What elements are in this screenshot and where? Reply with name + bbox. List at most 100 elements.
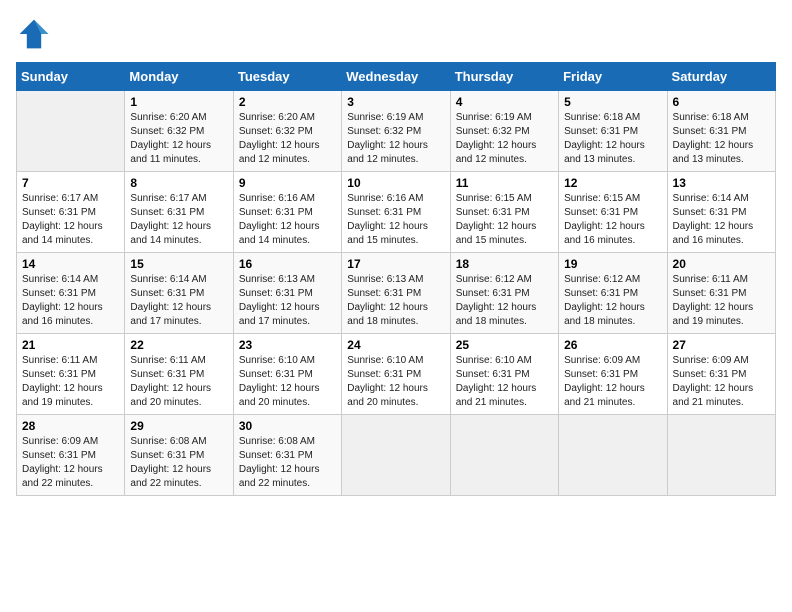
calendar-cell	[450, 415, 558, 496]
header-day-wednesday: Wednesday	[342, 63, 450, 91]
day-number: 14	[22, 257, 119, 271]
day-info: Sunrise: 6:16 AM Sunset: 6:31 PM Dayligh…	[347, 193, 428, 246]
calendar-cell: 1 Sunrise: 6:20 AM Sunset: 6:32 PM Dayli…	[125, 91, 233, 172]
day-number: 27	[673, 338, 770, 352]
day-info: Sunrise: 6:13 AM Sunset: 6:31 PM Dayligh…	[239, 274, 320, 327]
day-info: Sunrise: 6:14 AM Sunset: 6:31 PM Dayligh…	[673, 193, 754, 246]
day-info: Sunrise: 6:19 AM Sunset: 6:32 PM Dayligh…	[456, 112, 537, 165]
calendar-cell: 14 Sunrise: 6:14 AM Sunset: 6:31 PM Dayl…	[17, 253, 125, 334]
day-number: 20	[673, 257, 770, 271]
calendar-cell: 15 Sunrise: 6:14 AM Sunset: 6:31 PM Dayl…	[125, 253, 233, 334]
calendar-week-2: 14 Sunrise: 6:14 AM Sunset: 6:31 PM Dayl…	[17, 253, 776, 334]
logo-icon	[16, 16, 52, 52]
calendar-header: SundayMondayTuesdayWednesdayThursdayFrid…	[17, 63, 776, 91]
calendar-cell: 7 Sunrise: 6:17 AM Sunset: 6:31 PM Dayli…	[17, 172, 125, 253]
calendar-cell: 11 Sunrise: 6:15 AM Sunset: 6:31 PM Dayl…	[450, 172, 558, 253]
header-day-tuesday: Tuesday	[233, 63, 341, 91]
calendar-cell: 16 Sunrise: 6:13 AM Sunset: 6:31 PM Dayl…	[233, 253, 341, 334]
day-number: 1	[130, 95, 227, 109]
day-info: Sunrise: 6:20 AM Sunset: 6:32 PM Dayligh…	[130, 112, 211, 165]
day-number: 7	[22, 176, 119, 190]
day-number: 19	[564, 257, 661, 271]
calendar-cell: 19 Sunrise: 6:12 AM Sunset: 6:31 PM Dayl…	[559, 253, 667, 334]
calendar-cell	[342, 415, 450, 496]
calendar-body: 1 Sunrise: 6:20 AM Sunset: 6:32 PM Dayli…	[17, 91, 776, 496]
day-info: Sunrise: 6:11 AM Sunset: 6:31 PM Dayligh…	[22, 355, 103, 408]
day-number: 15	[130, 257, 227, 271]
day-info: Sunrise: 6:11 AM Sunset: 6:31 PM Dayligh…	[673, 274, 754, 327]
calendar-cell: 26 Sunrise: 6:09 AM Sunset: 6:31 PM Dayl…	[559, 334, 667, 415]
day-number: 22	[130, 338, 227, 352]
day-number: 4	[456, 95, 553, 109]
calendar-table: SundayMondayTuesdayWednesdayThursdayFrid…	[16, 62, 776, 496]
day-info: Sunrise: 6:17 AM Sunset: 6:31 PM Dayligh…	[130, 193, 211, 246]
calendar-cell: 23 Sunrise: 6:10 AM Sunset: 6:31 PM Dayl…	[233, 334, 341, 415]
calendar-cell: 13 Sunrise: 6:14 AM Sunset: 6:31 PM Dayl…	[667, 172, 775, 253]
logo	[16, 16, 56, 52]
day-number: 6	[673, 95, 770, 109]
day-number: 30	[239, 419, 336, 433]
calendar-week-0: 1 Sunrise: 6:20 AM Sunset: 6:32 PM Dayli…	[17, 91, 776, 172]
calendar-cell: 28 Sunrise: 6:09 AM Sunset: 6:31 PM Dayl…	[17, 415, 125, 496]
day-info: Sunrise: 6:10 AM Sunset: 6:31 PM Dayligh…	[347, 355, 428, 408]
day-info: Sunrise: 6:12 AM Sunset: 6:31 PM Dayligh…	[456, 274, 537, 327]
day-number: 26	[564, 338, 661, 352]
day-info: Sunrise: 6:08 AM Sunset: 6:31 PM Dayligh…	[130, 436, 211, 489]
day-info: Sunrise: 6:16 AM Sunset: 6:31 PM Dayligh…	[239, 193, 320, 246]
calendar-cell: 17 Sunrise: 6:13 AM Sunset: 6:31 PM Dayl…	[342, 253, 450, 334]
day-info: Sunrise: 6:10 AM Sunset: 6:31 PM Dayligh…	[456, 355, 537, 408]
calendar-cell: 24 Sunrise: 6:10 AM Sunset: 6:31 PM Dayl…	[342, 334, 450, 415]
header-day-saturday: Saturday	[667, 63, 775, 91]
day-info: Sunrise: 6:18 AM Sunset: 6:31 PM Dayligh…	[564, 112, 645, 165]
day-number: 23	[239, 338, 336, 352]
calendar-week-1: 7 Sunrise: 6:17 AM Sunset: 6:31 PM Dayli…	[17, 172, 776, 253]
calendar-cell: 3 Sunrise: 6:19 AM Sunset: 6:32 PM Dayli…	[342, 91, 450, 172]
day-number: 10	[347, 176, 444, 190]
calendar-cell	[667, 415, 775, 496]
day-info: Sunrise: 6:10 AM Sunset: 6:31 PM Dayligh…	[239, 355, 320, 408]
day-number: 16	[239, 257, 336, 271]
day-number: 5	[564, 95, 661, 109]
day-info: Sunrise: 6:12 AM Sunset: 6:31 PM Dayligh…	[564, 274, 645, 327]
day-number: 13	[673, 176, 770, 190]
calendar-cell: 20 Sunrise: 6:11 AM Sunset: 6:31 PM Dayl…	[667, 253, 775, 334]
calendar-cell: 6 Sunrise: 6:18 AM Sunset: 6:31 PM Dayli…	[667, 91, 775, 172]
calendar-cell: 21 Sunrise: 6:11 AM Sunset: 6:31 PM Dayl…	[17, 334, 125, 415]
day-number: 28	[22, 419, 119, 433]
day-info: Sunrise: 6:19 AM Sunset: 6:32 PM Dayligh…	[347, 112, 428, 165]
day-number: 29	[130, 419, 227, 433]
calendar-cell: 8 Sunrise: 6:17 AM Sunset: 6:31 PM Dayli…	[125, 172, 233, 253]
day-number: 2	[239, 95, 336, 109]
calendar-cell	[559, 415, 667, 496]
day-number: 3	[347, 95, 444, 109]
calendar-cell: 4 Sunrise: 6:19 AM Sunset: 6:32 PM Dayli…	[450, 91, 558, 172]
day-info: Sunrise: 6:08 AM Sunset: 6:31 PM Dayligh…	[239, 436, 320, 489]
header	[16, 16, 776, 52]
day-number: 24	[347, 338, 444, 352]
day-info: Sunrise: 6:14 AM Sunset: 6:31 PM Dayligh…	[22, 274, 103, 327]
day-info: Sunrise: 6:17 AM Sunset: 6:31 PM Dayligh…	[22, 193, 103, 246]
calendar-cell: 30 Sunrise: 6:08 AM Sunset: 6:31 PM Dayl…	[233, 415, 341, 496]
day-info: Sunrise: 6:11 AM Sunset: 6:31 PM Dayligh…	[130, 355, 211, 408]
day-info: Sunrise: 6:09 AM Sunset: 6:31 PM Dayligh…	[22, 436, 103, 489]
header-day-monday: Monday	[125, 63, 233, 91]
calendar-week-4: 28 Sunrise: 6:09 AM Sunset: 6:31 PM Dayl…	[17, 415, 776, 496]
calendar-cell	[17, 91, 125, 172]
day-number: 12	[564, 176, 661, 190]
day-number: 11	[456, 176, 553, 190]
day-info: Sunrise: 6:20 AM Sunset: 6:32 PM Dayligh…	[239, 112, 320, 165]
calendar-cell: 5 Sunrise: 6:18 AM Sunset: 6:31 PM Dayli…	[559, 91, 667, 172]
day-info: Sunrise: 6:18 AM Sunset: 6:31 PM Dayligh…	[673, 112, 754, 165]
header-day-friday: Friday	[559, 63, 667, 91]
day-number: 21	[22, 338, 119, 352]
calendar-cell: 12 Sunrise: 6:15 AM Sunset: 6:31 PM Dayl…	[559, 172, 667, 253]
calendar-cell: 29 Sunrise: 6:08 AM Sunset: 6:31 PM Dayl…	[125, 415, 233, 496]
day-info: Sunrise: 6:13 AM Sunset: 6:31 PM Dayligh…	[347, 274, 428, 327]
calendar-cell: 10 Sunrise: 6:16 AM Sunset: 6:31 PM Dayl…	[342, 172, 450, 253]
header-day-sunday: Sunday	[17, 63, 125, 91]
day-info: Sunrise: 6:15 AM Sunset: 6:31 PM Dayligh…	[456, 193, 537, 246]
calendar-cell: 9 Sunrise: 6:16 AM Sunset: 6:31 PM Dayli…	[233, 172, 341, 253]
day-number: 9	[239, 176, 336, 190]
day-number: 8	[130, 176, 227, 190]
day-info: Sunrise: 6:14 AM Sunset: 6:31 PM Dayligh…	[130, 274, 211, 327]
